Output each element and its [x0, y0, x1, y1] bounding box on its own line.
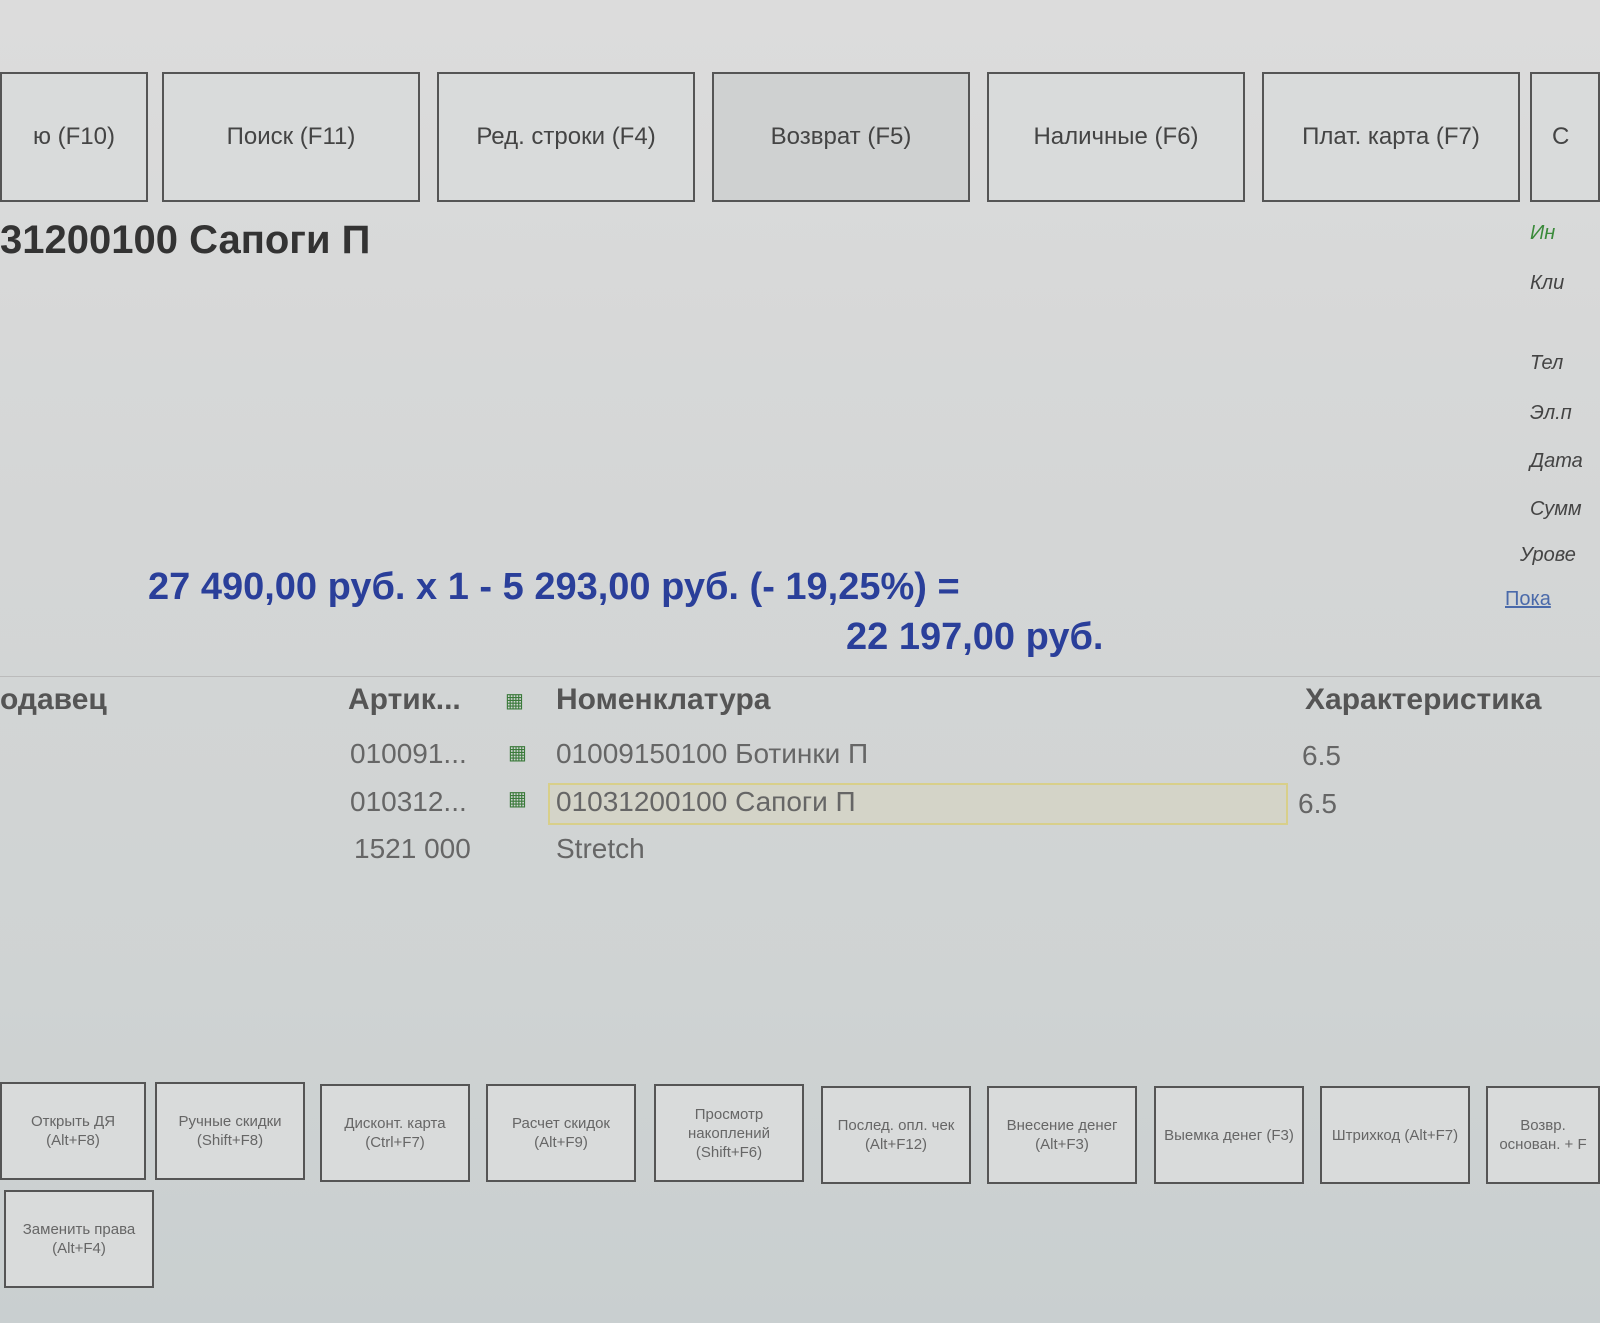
col-nomenclature[interactable]: Номенклатура — [556, 683, 770, 717]
phone-label: Тел — [1530, 352, 1564, 374]
discount-card-button[interactable]: Дисконт. карта (Ctrl+F7) — [320, 1084, 470, 1182]
card-payment-button[interactable]: Плат. карта (F7) — [1262, 72, 1520, 202]
cell-name: Stretch — [556, 833, 645, 864]
cell-char: 6.5 — [1298, 788, 1337, 819]
col-article[interactable]: Артик... — [348, 683, 461, 717]
cell-name: 01031200100 Сапоги П — [556, 786, 856, 817]
cash-button[interactable]: Наличные (F6) — [987, 72, 1245, 202]
menu-button[interactable]: ю (F10) — [0, 72, 148, 202]
change-rights-button[interactable]: Заменить права (Alt+F4) — [4, 1190, 154, 1288]
cash-in-button[interactable]: Внесение денег (Alt+F3) — [987, 1086, 1137, 1184]
level-label: Урове — [1520, 544, 1576, 566]
col-seller[interactable]: одавец — [0, 683, 107, 717]
cell-name: 01009150100 Ботинки П — [556, 738, 869, 769]
cell-article: 010312... — [350, 786, 467, 817]
divider — [0, 676, 1600, 677]
calc-discounts-button[interactable]: Расчет скидок (Alt+F9) — [486, 1084, 636, 1182]
date-label: Дата — [1530, 450, 1583, 472]
sum-label: Сумм — [1530, 498, 1582, 520]
cell-char: 6.5 — [1302, 740, 1341, 771]
price-calculation: 27 490,00 руб. х 1 - 5 293,00 руб. (- 19… — [148, 566, 960, 608]
cell-article: 1521 000 — [354, 833, 471, 864]
last-receipt-button[interactable]: Послед. опл. чек (Alt+F12) — [821, 1086, 971, 1184]
item-icon: ▦ — [508, 788, 527, 810]
view-accumulations-button[interactable]: Просмотр накоплений (Shift+F6) — [654, 1084, 804, 1182]
client-info-link[interactable]: Ин — [1530, 222, 1555, 245]
search-button[interactable]: Поиск (F11) — [162, 72, 420, 202]
total-amount: 22 197,00 руб. — [846, 616, 1104, 658]
col-characteristic[interactable]: Характеристика — [1305, 683, 1541, 717]
manual-discounts-button[interactable]: Ручные скидки (Shift+F8) — [155, 1082, 305, 1180]
item-icon: ▦ — [508, 742, 527, 764]
email-label: Эл.п — [1530, 402, 1572, 424]
open-button[interactable]: Открыть ДЯ (Alt+F8) — [0, 1082, 146, 1180]
cash-out-button[interactable]: Выемка денег (F3) — [1154, 1086, 1304, 1184]
client-label: Кли — [1530, 272, 1565, 294]
more-button[interactable]: С — [1530, 72, 1600, 202]
return-button[interactable]: Возврат (F5) — [712, 72, 970, 202]
item-title: 31200100 Сапоги П — [0, 218, 371, 262]
table-icon: ▦ — [505, 690, 524, 712]
return-basis-button[interactable]: Возвр. основан. + F — [1486, 1086, 1600, 1184]
cell-article: 010091... — [350, 738, 467, 769]
edit-row-button[interactable]: Ред. строки (F4) — [437, 72, 695, 202]
show-link[interactable]: Пока — [1505, 588, 1551, 611]
barcode-button[interactable]: Штрихкод (Alt+F7) — [1320, 1086, 1470, 1184]
